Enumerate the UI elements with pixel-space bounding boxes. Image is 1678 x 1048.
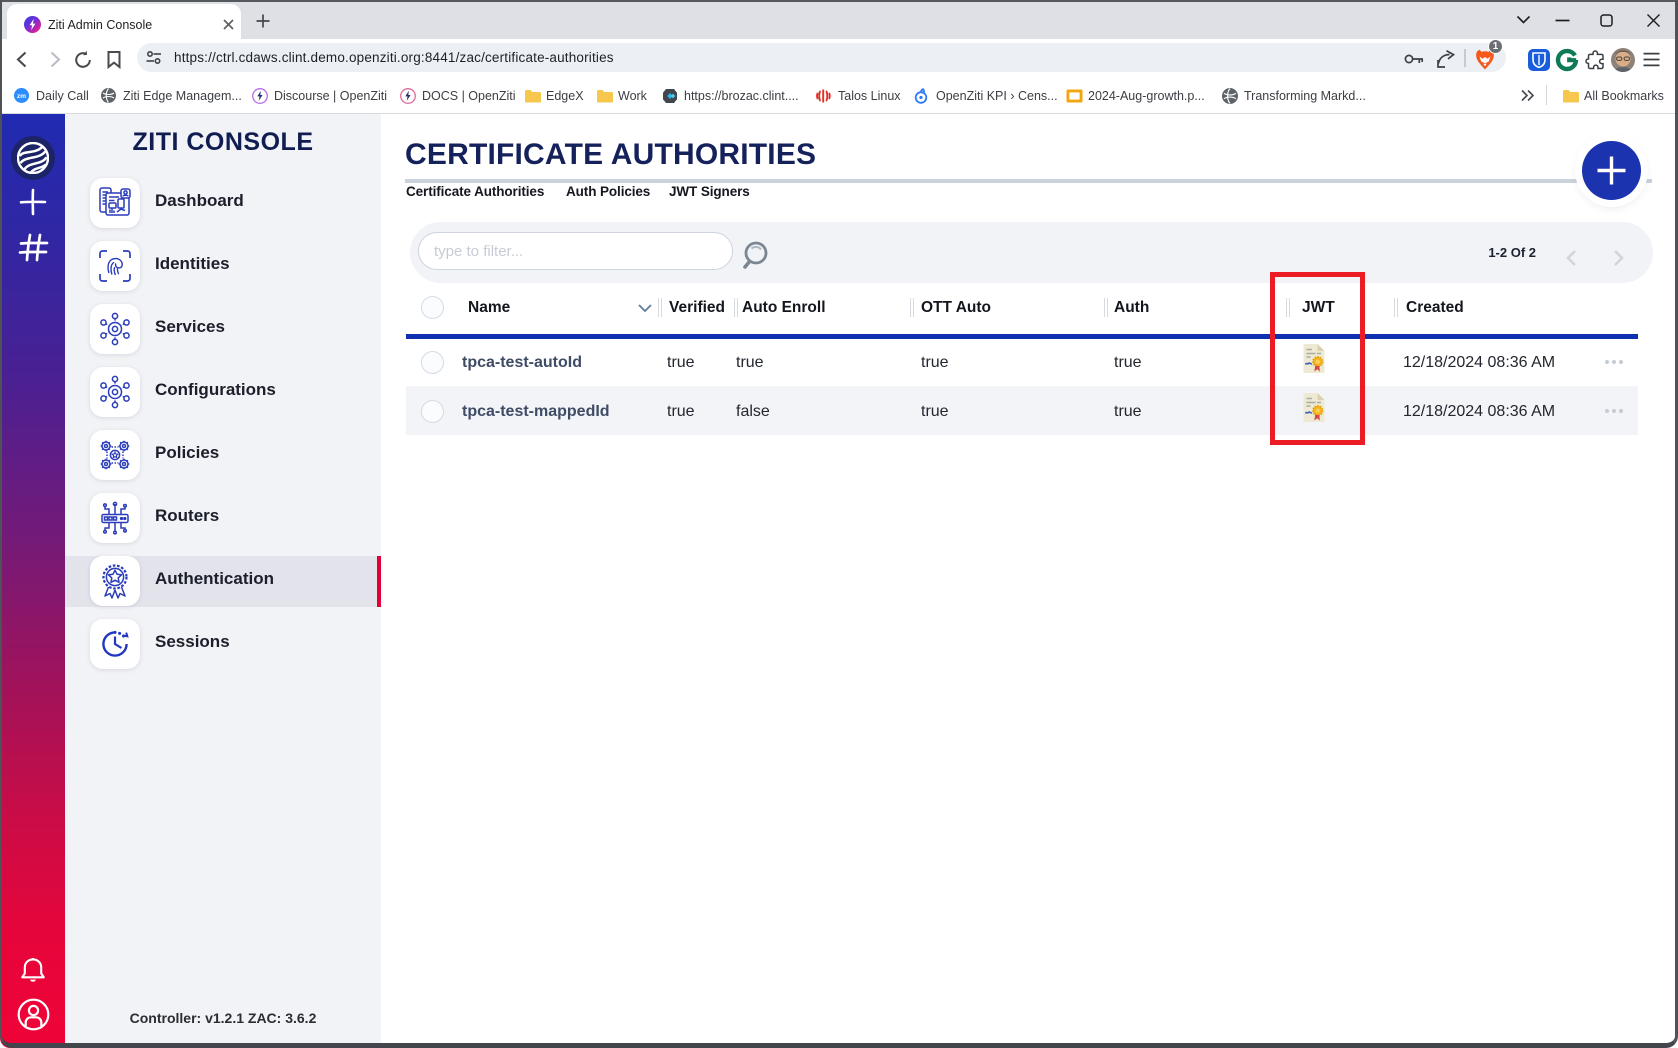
- svg-text:zm: zm: [17, 93, 26, 100]
